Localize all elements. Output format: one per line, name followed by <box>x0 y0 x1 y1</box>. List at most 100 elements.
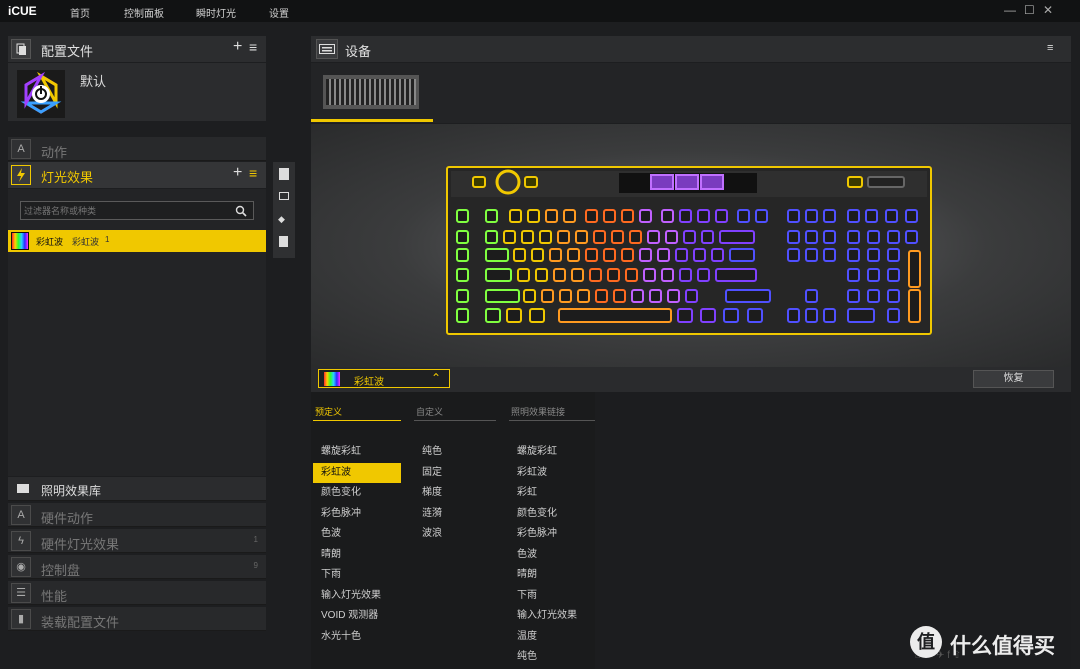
keyboard-key <box>485 289 520 303</box>
effect-list-item[interactable]: 彩虹波 彩虹波 1 <box>8 230 266 252</box>
keyboard-key <box>887 308 900 323</box>
search-icon[interactable] <box>235 205 247 217</box>
custom-menu-item[interactable]: 纯色 <box>414 442 496 463</box>
device-thumbnail[interactable] <box>323 75 419 109</box>
keyboard-key <box>456 230 469 244</box>
copy-icon[interactable] <box>279 168 289 180</box>
predefined-menu-item[interactable]: 输入灯光效果 <box>313 586 401 607</box>
restore-button[interactable]: 恢复 <box>973 370 1054 388</box>
predefined-menu-item[interactable]: 颜色变化 <box>313 483 401 504</box>
custom-menu-item[interactable]: 波浪 <box>414 524 496 545</box>
link-menu-item[interactable]: 螺旋彩虹 <box>509 442 595 463</box>
custom-menu-item[interactable]: 固定 <box>414 463 496 484</box>
keyboard-key <box>553 268 566 282</box>
profile-menu-icon[interactable]: ≡ <box>249 39 257 55</box>
keyboard-key <box>847 248 860 262</box>
predefined-menu-item[interactable]: 下雨 <box>313 565 401 586</box>
keyboard-key <box>679 209 692 223</box>
media-key <box>524 176 538 188</box>
keyboard-key <box>677 308 693 323</box>
hw-lighting-icon: ϟ <box>11 531 31 551</box>
profile-file-icon <box>11 39 31 59</box>
close-icon[interactable]: ✕ <box>1043 3 1053 17</box>
side-toolbar: ◆ <box>273 162 295 258</box>
link-menu-item[interactable]: 温度 <box>509 627 595 648</box>
load-profile-icon: ▮ <box>11 609 31 629</box>
keyboard-key <box>649 289 662 303</box>
control-dial[interactable] <box>495 169 521 195</box>
keyboard-key <box>603 248 616 262</box>
filter-input[interactable] <box>24 203 229 218</box>
predefined-menu-item[interactable]: 水光十色 <box>313 627 401 648</box>
devices-menu-icon[interactable]: ≡ <box>1047 42 1053 54</box>
actions-label: 动作 <box>41 145 68 160</box>
display-key <box>650 174 674 190</box>
keyboard-key <box>867 248 880 262</box>
predefined-menu-item[interactable]: 彩虹波 <box>313 462 401 483</box>
keyboard-key <box>529 308 545 323</box>
keyboard-key <box>693 248 706 262</box>
maximize-icon[interactable]: ☐ <box>1024 3 1035 17</box>
display-key <box>700 174 724 190</box>
keyboard-key <box>711 248 724 262</box>
lighting-menu-icon[interactable]: ≡ <box>249 165 257 181</box>
nav-home[interactable]: 首页 <box>70 5 90 20</box>
predefined-menu-item[interactable]: 彩色脉冲 <box>313 504 401 525</box>
predefined-menu-item[interactable]: VOID 观测器 <box>313 606 401 627</box>
keyboard-key <box>639 248 652 262</box>
add-lighting-icon[interactable]: + <box>233 164 242 182</box>
keyboard-key <box>539 230 552 244</box>
effect-dropdown[interactable]: 彩虹波 ⌃ <box>318 369 450 388</box>
link-menu-item[interactable]: 晴朗 <box>509 565 595 586</box>
minimize-icon[interactable]: — <box>1004 3 1016 17</box>
link-menu-item[interactable]: 纯色 <box>509 647 595 668</box>
link-menu-item[interactable]: 彩虹波 <box>509 463 595 484</box>
library-item-hw-lighting[interactable]: ϟ 硬件灯光效果 1 <box>8 529 266 553</box>
link-menu-item[interactable]: 下雨 <box>509 586 595 607</box>
media-key <box>847 176 863 188</box>
link-menu-item[interactable]: 彩色脉冲 <box>509 524 595 545</box>
predefined-menu-item[interactable]: 晴朗 <box>313 545 401 566</box>
nav-settings[interactable]: 设置 <box>269 5 289 20</box>
actions-section[interactable]: A 动作 <box>8 137 266 161</box>
rainbow-wave-icon <box>324 372 340 386</box>
link-menu-item[interactable]: 彩虹 <box>509 483 595 504</box>
devices-header: 设备 ≡ <box>311 36 1071 62</box>
keyboard-key <box>661 268 674 282</box>
keyboard-key <box>456 289 469 303</box>
dial-icon: ◉ <box>11 557 31 577</box>
add-profile-icon[interactable]: + <box>233 38 242 56</box>
link-menu-item[interactable]: 颜色变化 <box>509 504 595 525</box>
link-menu-item[interactable]: 输入灯光效果 <box>509 606 595 627</box>
actions-icon: A <box>11 139 31 159</box>
keyboard-key <box>563 209 576 223</box>
predefined-menu-item[interactable]: 螺旋彩虹 <box>313 442 401 463</box>
keyboard-key <box>805 209 818 223</box>
filter-field[interactable] <box>20 201 254 220</box>
keyboard-diagram[interactable] <box>311 124 1071 367</box>
profile-icon <box>17 70 65 118</box>
library-item-label: 装载配置文件 <box>41 615 120 630</box>
library-item-load-profile[interactable]: ▮ 装载配置文件 <box>8 607 266 631</box>
library-folder-icon <box>17 484 29 493</box>
custom-menu-item[interactable]: 涟漪 <box>414 504 496 525</box>
library-item-dials[interactable]: ◉ 控制盘 9 <box>8 555 266 579</box>
profile-item-default[interactable]: 默认 <box>8 63 266 121</box>
keyboard-key <box>456 248 469 262</box>
library-header[interactable]: 照明效果库 <box>8 477 266 501</box>
trash-icon[interactable] <box>279 236 288 247</box>
library-item-hw-actions[interactable]: A 硬件动作 <box>8 503 266 527</box>
keyboard-key <box>611 230 624 244</box>
predefined-menu-item[interactable]: 色波 <box>313 524 401 545</box>
custom-menu-item[interactable]: 梯度 <box>414 483 496 504</box>
library-item-performance[interactable]: ☰ 性能 <box>8 581 266 605</box>
folder-icon[interactable] <box>279 192 289 200</box>
nav-dashboard[interactable]: 控制面板 <box>124 5 164 20</box>
move-icon[interactable]: ◆ <box>278 214 285 225</box>
keyboard-key <box>847 268 860 282</box>
lighting-list-panel: 彩虹波 彩虹波 1 <box>8 189 266 476</box>
keyboard-key <box>847 308 875 323</box>
link-menu-item[interactable]: 色波 <box>509 545 595 566</box>
keyboard-icon <box>316 39 338 59</box>
nav-instant-lighting[interactable]: 瞬时灯光 <box>196 5 236 20</box>
